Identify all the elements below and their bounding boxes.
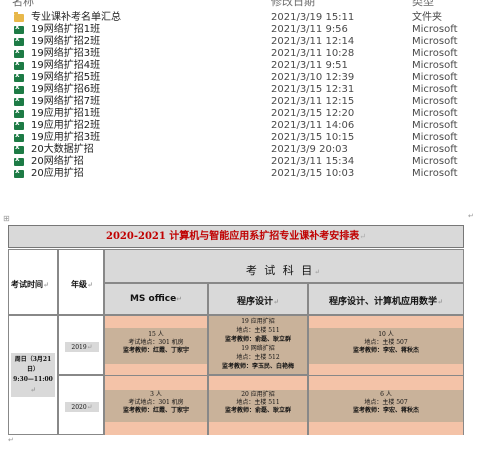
file-name: 19应用扩招2班 xyxy=(31,120,101,131)
file-date: 2021/3/10 12:39 xyxy=(271,72,355,83)
grade-cell-2019: 2019↵ xyxy=(58,315,104,375)
file-type: Microsoft xyxy=(412,144,458,155)
file-name: 19网络扩招2班 xyxy=(31,36,101,47)
cell-2019-programming: 19 应用扩招 地点：主楼 511 监考教师：俞磊、耿立群 19 网络扩招 地点… xyxy=(208,315,308,375)
file-type: Microsoft xyxy=(412,168,458,179)
cell-2019-prog-math: 10 人 地点：主楼 507 监考教师：李宏、蒋秋杰 xyxy=(308,315,464,375)
excel-icon xyxy=(14,119,24,130)
file-name: 19网络扩招5班 xyxy=(31,72,101,83)
file-name: 专业课补考名单汇总 xyxy=(31,12,121,23)
excel-icon xyxy=(14,131,24,142)
header-cell-ms-office: MS office↵ xyxy=(104,283,208,315)
file-name: 19网络扩招6班 xyxy=(31,84,101,95)
file-date: 2021/3/15 10:15 xyxy=(271,132,355,143)
file-type: Microsoft xyxy=(412,24,458,35)
column-header-type[interactable]: 类型 xyxy=(412,0,434,9)
file-row[interactable]: 19网络扩招7班 2021/3/11 12:15 Microsoft xyxy=(0,95,488,108)
column-header-name[interactable]: 名称 xyxy=(12,0,34,9)
file-name: 20大数据扩招 xyxy=(31,144,94,155)
file-row[interactable]: 20大数据扩招 2021/3/9 20:03 Microsoft xyxy=(0,143,488,156)
header-cell-grade: 年级↵ xyxy=(58,249,104,315)
file-row[interactable]: 专业课补考名单汇总 2021/3/19 15:11 文件夹 xyxy=(0,12,488,24)
file-date: 2021/3/11 14:06 xyxy=(271,120,355,131)
excel-icon xyxy=(14,95,24,106)
file-name: 19网络扩招7班 xyxy=(31,96,101,107)
header-cell-prog-math: 程序设计、计算机应用数学↵ xyxy=(308,283,464,315)
file-row[interactable]: 19网络扩招1班 2021/3/11 9:56 Microsoft xyxy=(0,23,488,36)
header-cell-time: 考试时间↵ xyxy=(8,249,58,315)
table-move-handle-icon[interactable]: ⊞ xyxy=(3,214,10,223)
file-name: 19网络扩招4班 xyxy=(31,60,101,71)
file-date: 2021/3/15 12:20 xyxy=(271,108,355,119)
file-row[interactable]: 19网络扩招4班 2021/3/11 9:51 Microsoft xyxy=(0,59,488,72)
file-date: 2021/3/11 10:28 xyxy=(271,48,355,59)
file-date: 2021/3/9 20:03 xyxy=(271,144,348,155)
file-row[interactable]: 19应用扩招3班 2021/3/15 10:15 Microsoft xyxy=(0,131,488,144)
document-title: 2020-2021 计算机与智能应用系扩招专业课补考安排表↵ xyxy=(8,225,464,248)
file-list-header: 名称 修改日期 类型 xyxy=(0,0,488,9)
file-type: Microsoft xyxy=(412,72,458,83)
file-row[interactable]: 19网络扩招2班 2021/3/11 12:14 Microsoft xyxy=(0,35,488,48)
file-type: Microsoft xyxy=(412,96,458,107)
file-row[interactable]: 20应用扩招 2021/3/15 10:03 Microsoft xyxy=(0,167,488,180)
file-row[interactable]: 19网络扩招5班 2021/3/10 12:39 Microsoft xyxy=(0,71,488,84)
excel-icon xyxy=(14,107,24,118)
file-row[interactable]: 19应用扩招2班 2021/3/11 14:06 Microsoft xyxy=(0,119,488,132)
file-type: Microsoft xyxy=(412,156,458,167)
header-cell-programming: 程序设计↵ xyxy=(208,283,308,315)
file-type: Microsoft xyxy=(412,132,458,143)
excel-icon xyxy=(14,23,24,34)
file-name: 19应用扩招3班 xyxy=(31,132,101,143)
file-type: 文件夹 xyxy=(412,12,442,23)
excel-icon xyxy=(14,83,24,94)
file-type: Microsoft xyxy=(412,84,458,95)
file-date: 2021/3/19 15:11 xyxy=(271,12,355,23)
cell-2020-ms-office: 3 人 考试地点：301 机房 监考教师：红霞、丁家宇 xyxy=(104,375,208,435)
file-date: 2021/3/11 12:15 xyxy=(271,96,355,107)
header-cell-subjects: 考 试 科 目↵ xyxy=(104,249,464,283)
excel-icon xyxy=(14,143,24,154)
file-type: Microsoft xyxy=(412,120,458,131)
column-header-date[interactable]: 修改日期 xyxy=(271,0,315,9)
cell-2020-programming: 20 应用扩招 地点：主楼 511 监考教师：俞磊、耿立群 xyxy=(208,375,308,435)
file-type: Microsoft xyxy=(412,60,458,71)
file-date: 2021/3/15 10:03 xyxy=(271,168,355,179)
excel-icon xyxy=(14,71,24,82)
file-name: 20网络扩招 xyxy=(31,156,84,167)
excel-icon xyxy=(14,59,24,70)
file-row[interactable]: 19网络扩招6班 2021/3/15 12:31 Microsoft xyxy=(0,83,488,96)
file-date: 2021/3/15 12:31 xyxy=(271,84,355,95)
file-date: 2021/3/11 9:56 xyxy=(271,24,348,35)
exam-time-cell: 周日（3月21 日） 9:30—11:00 ↵ xyxy=(8,315,58,435)
file-name: 19应用扩招1班 xyxy=(31,108,101,119)
file-type: Microsoft xyxy=(412,108,458,119)
file-name: 19网络扩招3班 xyxy=(31,48,101,59)
file-date: 2021/3/11 12:14 xyxy=(271,36,355,47)
excel-icon xyxy=(14,167,24,178)
file-date: 2021/3/11 15:34 xyxy=(271,156,355,167)
file-row[interactable]: 19网络扩招3班 2021/3/11 10:28 Microsoft xyxy=(0,47,488,60)
paragraph-mark-icon: ↵ xyxy=(8,436,14,444)
file-date: 2021/3/11 9:51 xyxy=(271,60,348,71)
cell-2019-ms-office: 15 人 考试地点：301 机房 监考教师：红霞、丁家宇 xyxy=(104,315,208,375)
grade-cell-2020: 2020↵ xyxy=(58,375,104,435)
excel-icon xyxy=(14,47,24,58)
excel-icon xyxy=(14,35,24,46)
excel-icon xyxy=(14,155,24,166)
file-row[interactable]: 19应用扩招1班 2021/3/15 12:20 Microsoft xyxy=(0,107,488,120)
file-type: Microsoft xyxy=(412,48,458,59)
paragraph-mark-icon: ↵ xyxy=(468,212,474,220)
cell-2020-prog-math: 6 人 地点：主楼 507 监考教师：李宏、蒋秋杰 xyxy=(308,375,464,435)
file-type: Microsoft xyxy=(412,36,458,47)
file-name: 20应用扩招 xyxy=(31,168,84,179)
file-name: 19网络扩招1班 xyxy=(31,24,101,35)
folder-icon xyxy=(14,12,24,22)
file-row[interactable]: 20网络扩招 2021/3/11 15:34 Microsoft xyxy=(0,155,488,168)
